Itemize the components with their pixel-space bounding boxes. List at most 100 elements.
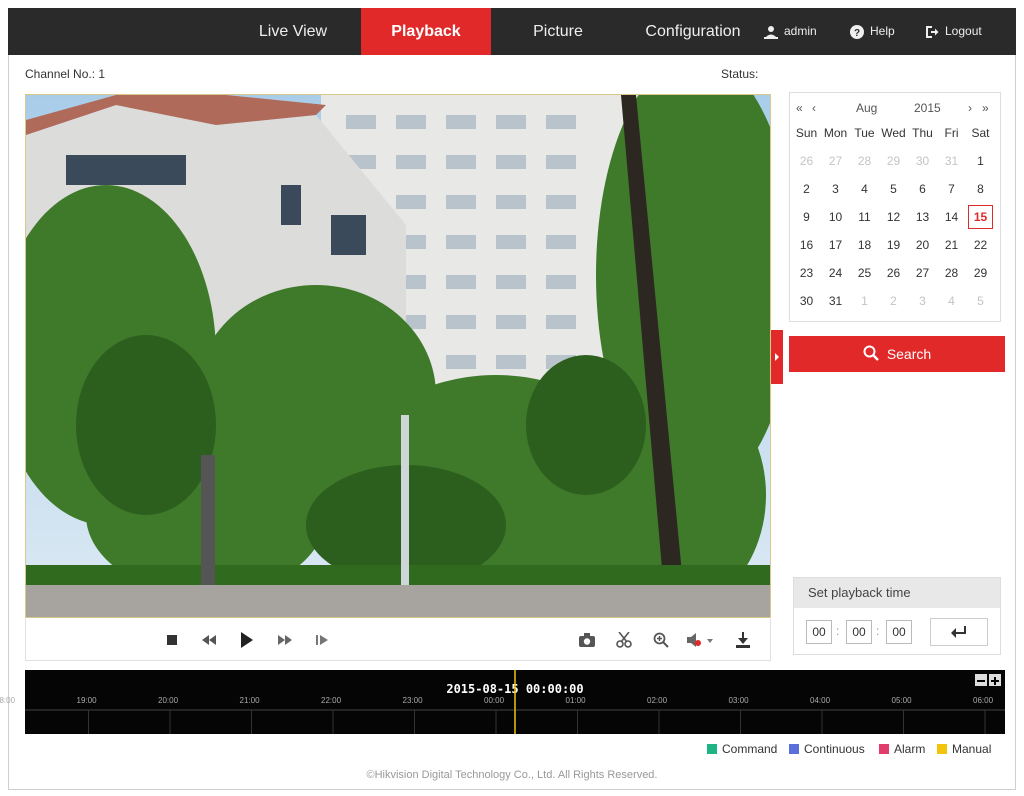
- user-icon: [764, 25, 778, 39]
- calendar-day[interactable]: 3: [908, 287, 937, 315]
- calendar-day[interactable]: 23: [792, 259, 821, 287]
- prev-year-icon[interactable]: «: [796, 101, 803, 115]
- calendar-day[interactable]: 18: [850, 231, 879, 259]
- set-playback-time-panel: Set playback time 00 : 00 : 00: [793, 577, 1001, 655]
- calendar-day[interactable]: 16: [792, 231, 821, 259]
- speed-up-button[interactable]: [274, 629, 296, 651]
- logout-label: Logout: [945, 24, 982, 38]
- calendar-day[interactable]: 20: [908, 231, 937, 259]
- slow-down-button[interactable]: [198, 629, 220, 651]
- calendar-day[interactable]: 7: [937, 175, 966, 203]
- calendar-day[interactable]: 21: [937, 231, 966, 259]
- calendar-day[interactable]: 10: [821, 203, 850, 231]
- calendar-day[interactable]: 1: [850, 287, 879, 315]
- calendar-day[interactable]: 27: [821, 147, 850, 175]
- stop-button[interactable]: [161, 629, 183, 651]
- enter-icon: [951, 626, 966, 638]
- calendar-day[interactable]: 29: [879, 147, 908, 175]
- calendar-day[interactable]: 3: [821, 175, 850, 203]
- top-nav-bar: Live View Playback Picture Configuration…: [8, 8, 1016, 55]
- single-frame-button[interactable]: [311, 629, 333, 651]
- alarm-swatch: [879, 744, 889, 754]
- second-input[interactable]: 00: [886, 620, 912, 644]
- minute-input[interactable]: 00: [846, 620, 872, 644]
- logout-link[interactable]: Logout: [925, 8, 982, 55]
- weekday-header: Sun: [795, 126, 818, 140]
- calendar-day[interactable]: 28: [937, 259, 966, 287]
- audio-icon[interactable]: [686, 629, 716, 651]
- nav-configuration[interactable]: Configuration: [638, 8, 748, 55]
- search-button[interactable]: Search: [789, 336, 1005, 372]
- next-month-icon[interactable]: ›: [968, 101, 972, 115]
- prev-month-icon[interactable]: ‹: [812, 101, 816, 115]
- svg-text:?: ?: [854, 28, 860, 39]
- zoom-in-button[interactable]: [989, 674, 1001, 686]
- calendar-year: 2015: [914, 101, 941, 115]
- next-year-icon[interactable]: »: [982, 101, 989, 115]
- calendar-day[interactable]: 17: [821, 231, 850, 259]
- calendar-day[interactable]: 12: [879, 203, 908, 231]
- calendar-day[interactable]: 19: [879, 231, 908, 259]
- calendar-day[interactable]: 11: [850, 203, 879, 231]
- calendar-day[interactable]: 14: [937, 203, 966, 231]
- clip-icon[interactable]: [613, 629, 635, 651]
- calendar-day[interactable]: 31: [821, 287, 850, 315]
- calendar-day[interactable]: 8: [966, 175, 995, 203]
- calendar-day[interactable]: 4: [850, 175, 879, 203]
- panel-collapse-toggle[interactable]: [771, 330, 783, 384]
- capture-icon[interactable]: [576, 629, 598, 651]
- video-viewport[interactable]: [25, 94, 771, 618]
- calendar-day[interactable]: 4: [937, 287, 966, 315]
- calendar-day[interactable]: 30: [792, 287, 821, 315]
- help-label: Help: [870, 24, 895, 38]
- zoom-icon[interactable]: [650, 629, 672, 651]
- calendar-day[interactable]: 26: [792, 147, 821, 175]
- calendar: « ‹ Aug 2015 › » Sun Mon Tue Wed Thu Fri Sat 2…: [789, 92, 1001, 322]
- calendar-day[interactable]: 2: [879, 287, 908, 315]
- calendar-day[interactable]: 31: [937, 147, 966, 175]
- calendar-day[interactable]: 26: [879, 259, 908, 287]
- calendar-day[interactable]: 28: [850, 147, 879, 175]
- time-separator: :: [876, 624, 880, 638]
- calendar-day[interactable]: 9: [792, 203, 821, 231]
- legend-command-label: Command: [722, 742, 778, 756]
- calendar-day[interactable]: 5: [879, 175, 908, 203]
- legend-continuous-label: Continuous: [804, 742, 865, 756]
- user-menu[interactable]: admin: [764, 8, 817, 55]
- calendar-day[interactable]: 24: [821, 259, 850, 287]
- timeline-tick-label: 18:00: [0, 696, 16, 705]
- weekday-header: Mon: [823, 126, 848, 140]
- nav-live-view[interactable]: Live View: [234, 8, 352, 55]
- status-label: Status:: [721, 67, 759, 81]
- help-icon: ?: [850, 24, 864, 39]
- calendar-day[interactable]: 15: [966, 203, 995, 231]
- help-link[interactable]: ? Help: [850, 8, 895, 55]
- command-swatch: [707, 744, 717, 754]
- weekday-header: Thu: [912, 126, 933, 140]
- calendar-day[interactable]: 30: [908, 147, 937, 175]
- weekday-header: Sat: [971, 126, 990, 140]
- zoom-out-button[interactable]: [975, 674, 987, 686]
- apply-time-button[interactable]: [930, 618, 988, 646]
- calendar-month: Aug: [856, 101, 878, 115]
- calendar-day[interactable]: 27: [908, 259, 937, 287]
- nav-playback[interactable]: Playback: [361, 8, 491, 55]
- calendar-day[interactable]: 25: [850, 259, 879, 287]
- play-button[interactable]: [236, 629, 258, 651]
- time-separator: :: [836, 624, 840, 638]
- calendar-day[interactable]: 29: [966, 259, 995, 287]
- camera-frame-image: [26, 95, 770, 617]
- search-label: Search: [886, 346, 932, 362]
- calendar-day[interactable]: 22: [966, 231, 995, 259]
- calendar-day[interactable]: 2: [792, 175, 821, 203]
- manual-swatch: [937, 744, 947, 754]
- nav-picture[interactable]: Picture: [508, 8, 608, 55]
- calendar-day[interactable]: 1: [966, 147, 995, 175]
- legend-manual: Manual: [937, 742, 991, 756]
- calendar-day[interactable]: 5: [966, 287, 995, 315]
- hour-input[interactable]: 00: [806, 620, 832, 644]
- calendar-day[interactable]: 13: [908, 203, 937, 231]
- download-icon[interactable]: [732, 629, 754, 651]
- calendar-day[interactable]: 6: [908, 175, 937, 203]
- timeline-bar[interactable]: 2015-08-15 00:00:00 18:0019:0020:0021:00…: [0, 670, 1005, 734]
